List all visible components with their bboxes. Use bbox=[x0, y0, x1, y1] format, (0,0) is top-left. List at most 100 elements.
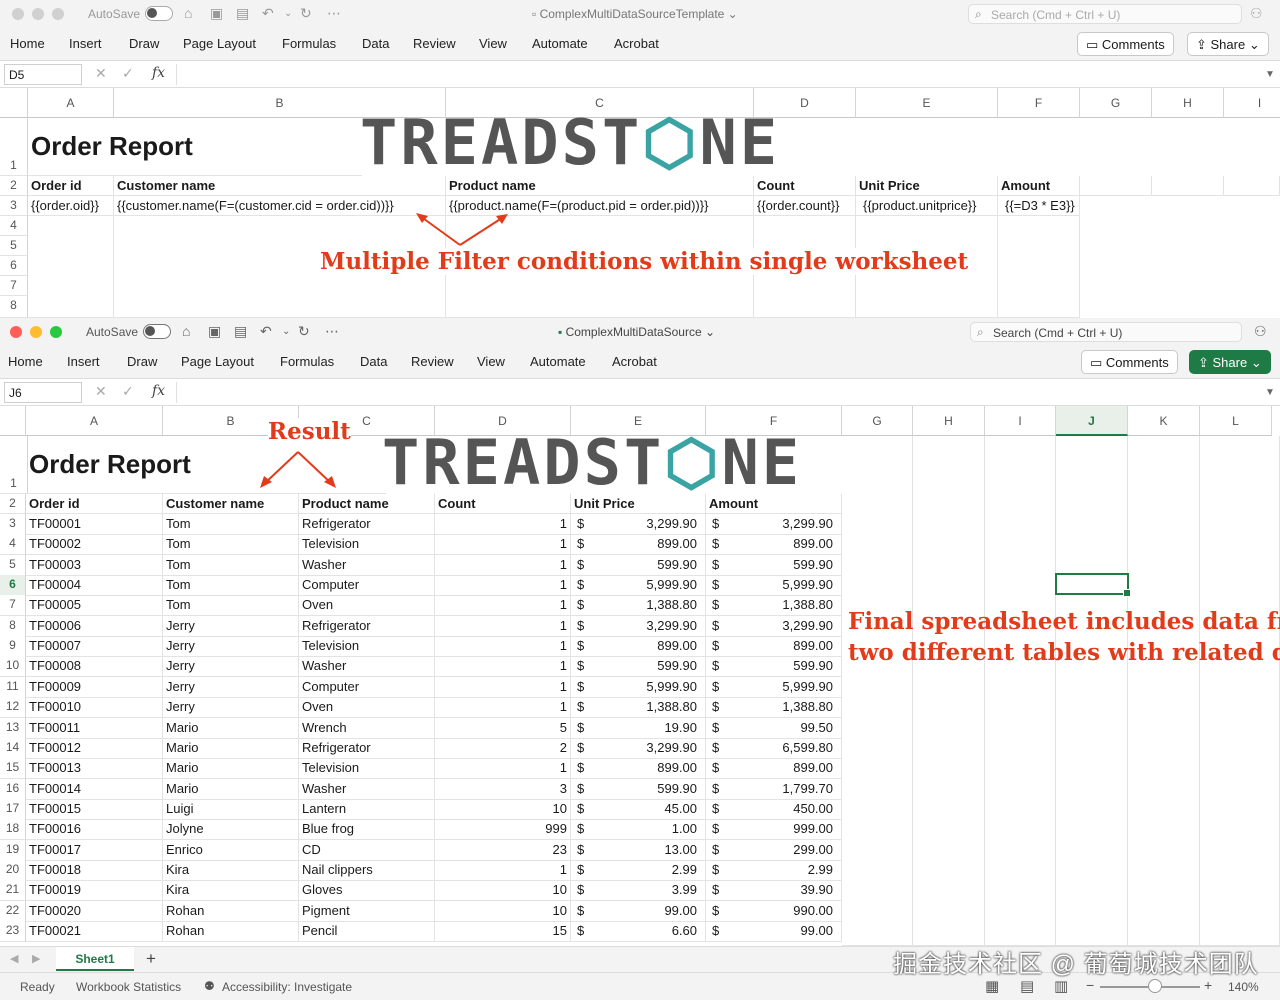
order-cell-price[interactable]: $3,299.90 bbox=[571, 738, 706, 759]
row-header[interactable]: 17 bbox=[0, 799, 26, 820]
cancel-icon[interactable]: ✕ bbox=[95, 65, 107, 82]
sheet-tab-sheet1[interactable]: Sheet1 bbox=[56, 947, 134, 971]
tab-view[interactable]: View bbox=[477, 354, 505, 369]
cell[interactable] bbox=[1080, 176, 1152, 196]
tab-insert[interactable]: Insert bbox=[69, 36, 102, 51]
column-header[interactable]: I bbox=[1224, 88, 1280, 118]
undo-icon[interactable]: ↶ bbox=[262, 5, 274, 22]
order-cell-customer[interactable]: Rohan bbox=[163, 901, 299, 922]
order-cell-customer[interactable]: Kira bbox=[163, 860, 299, 881]
empty-column-area[interactable] bbox=[1056, 436, 1128, 946]
tab-draw[interactable]: Draw bbox=[129, 36, 159, 51]
more-icon[interactable]: ⋯ bbox=[327, 5, 341, 22]
zoom-out-icon[interactable]: − bbox=[1086, 977, 1094, 993]
row-header[interactable]: 19 bbox=[0, 840, 26, 861]
order-cell-id[interactable]: TF00017 bbox=[26, 840, 163, 861]
order-cell-product[interactable]: Pencil bbox=[299, 921, 435, 942]
order-cell-price[interactable]: $5,999.90 bbox=[571, 677, 706, 698]
column-header[interactable]: A bbox=[26, 406, 163, 436]
row-header[interactable]: 18 bbox=[0, 819, 26, 840]
order-cell-product[interactable]: Pigment bbox=[299, 901, 435, 922]
close-window-button[interactable] bbox=[10, 326, 22, 338]
template-cell[interactable]: {{order.count}} bbox=[754, 196, 856, 216]
zoom-window-button[interactable] bbox=[52, 8, 64, 20]
order-cell-customer[interactable]: Rohan bbox=[163, 921, 299, 942]
redo-icon[interactable]: ↻ bbox=[300, 5, 312, 22]
save-icon[interactable]: ▣ bbox=[208, 323, 221, 340]
empty-column-area[interactable] bbox=[842, 436, 913, 946]
order-cell-amount[interactable]: $990.00 bbox=[706, 901, 842, 922]
order-cell-count[interactable]: 1 bbox=[435, 758, 571, 779]
comments-button[interactable]: ▭ Comments bbox=[1081, 350, 1178, 374]
order-cell-product[interactable]: Nail clippers bbox=[299, 860, 435, 881]
share-button[interactable]: ⇪ Share ⌄ bbox=[1187, 32, 1269, 56]
order-cell-price[interactable]: $899.00 bbox=[571, 534, 706, 555]
order-cell-id[interactable]: TF00011 bbox=[26, 718, 163, 739]
order-cell-price[interactable]: $13.00 bbox=[571, 840, 706, 861]
order-cell-customer[interactable]: Jolyne bbox=[163, 819, 299, 840]
accessibility-status[interactable]: Accessibility: Investigate bbox=[222, 980, 352, 994]
row-header[interactable]: 3 bbox=[0, 196, 28, 216]
order-cell-customer[interactable]: Kira bbox=[163, 880, 299, 901]
order-cell-customer[interactable]: Tom bbox=[163, 575, 299, 596]
row-header[interactable]: 2 bbox=[0, 494, 26, 514]
header-cell[interactable]: Product name bbox=[446, 176, 754, 196]
order-cell-count[interactable]: 1 bbox=[435, 555, 571, 576]
order-cell-price[interactable]: $899.00 bbox=[571, 758, 706, 779]
order-cell-id[interactable]: TF00016 bbox=[26, 819, 163, 840]
header-cell[interactable]: Order id bbox=[28, 176, 114, 196]
order-cell-price[interactable]: $1.00 bbox=[571, 819, 706, 840]
order-cell-customer[interactable]: Tom bbox=[163, 534, 299, 555]
order-cell-price[interactable]: $3,299.90 bbox=[571, 616, 706, 637]
select-all-corner[interactable] bbox=[0, 406, 26, 436]
order-cell-id[interactable]: TF00002 bbox=[26, 534, 163, 555]
zoom-window-button[interactable] bbox=[50, 326, 62, 338]
column-header[interactable]: K bbox=[1128, 406, 1200, 436]
order-cell-amount[interactable]: $3,299.90 bbox=[706, 616, 842, 637]
order-cell-price[interactable]: $19.90 bbox=[571, 718, 706, 739]
order-cell-id[interactable]: TF00003 bbox=[26, 555, 163, 576]
name-box[interactable]: D5 bbox=[4, 64, 82, 85]
order-cell-id[interactable]: TF00006 bbox=[26, 616, 163, 637]
row-header[interactable]: 1 bbox=[0, 118, 28, 176]
column-header[interactable]: E bbox=[856, 88, 998, 118]
row-header[interactable]: 9 bbox=[0, 636, 26, 657]
order-cell-customer[interactable]: Jerry bbox=[163, 636, 299, 657]
order-cell-product[interactable]: Oven bbox=[299, 697, 435, 718]
row-header[interactable]: 6 bbox=[0, 575, 26, 596]
selected-cell-j6[interactable] bbox=[1055, 573, 1131, 597]
header-cell[interactable]: Count bbox=[754, 176, 856, 196]
order-cell-customer[interactable]: Tom bbox=[163, 595, 299, 616]
tab-insert[interactable]: Insert bbox=[67, 354, 100, 369]
zoom-level[interactable]: 140% bbox=[1228, 980, 1259, 994]
order-cell-product[interactable]: Television bbox=[299, 534, 435, 555]
account-icon[interactable]: ⚇ bbox=[1250, 5, 1263, 22]
order-cell-count[interactable]: 999 bbox=[435, 819, 571, 840]
tab-formulas[interactable]: Formulas bbox=[282, 36, 336, 51]
tab-page-layout[interactable]: Page Layout bbox=[181, 354, 254, 369]
order-cell-amount[interactable]: $3,299.90 bbox=[706, 514, 842, 535]
order-cell-price[interactable]: $99.00 bbox=[571, 901, 706, 922]
tab-data[interactable]: Data bbox=[362, 36, 389, 51]
order-cell-customer[interactable]: Enrico bbox=[163, 840, 299, 861]
order-cell-amount[interactable]: $299.00 bbox=[706, 840, 842, 861]
order-cell-product[interactable]: Refrigerator bbox=[299, 616, 435, 637]
tab-automate[interactable]: Automate bbox=[530, 354, 586, 369]
tab-acrobat[interactable]: Acrobat bbox=[612, 354, 657, 369]
row-header[interactable]: 5 bbox=[0, 236, 28, 256]
expand-formula-icon[interactable]: ▼ bbox=[1265, 387, 1275, 398]
order-cell-price[interactable]: $899.00 bbox=[571, 636, 706, 657]
cell[interactable] bbox=[998, 216, 1080, 318]
workbook-statistics[interactable]: Workbook Statistics bbox=[76, 980, 181, 994]
close-window-button[interactable] bbox=[12, 8, 24, 20]
order-cell-price[interactable]: $2.99 bbox=[571, 860, 706, 881]
confirm-icon[interactable]: ✓ bbox=[122, 383, 134, 400]
row-header[interactable]: 22 bbox=[0, 901, 26, 922]
order-cell-price[interactable]: $1,388.80 bbox=[571, 697, 706, 718]
zoom-in-icon[interactable]: + bbox=[1204, 977, 1212, 993]
column-header[interactable]: G bbox=[1080, 88, 1152, 118]
row-header[interactable]: 4 bbox=[0, 534, 26, 555]
order-cell-id[interactable]: TF00008 bbox=[26, 656, 163, 677]
order-cell-count[interactable]: 23 bbox=[435, 840, 571, 861]
column-header[interactable]: A bbox=[28, 88, 114, 118]
